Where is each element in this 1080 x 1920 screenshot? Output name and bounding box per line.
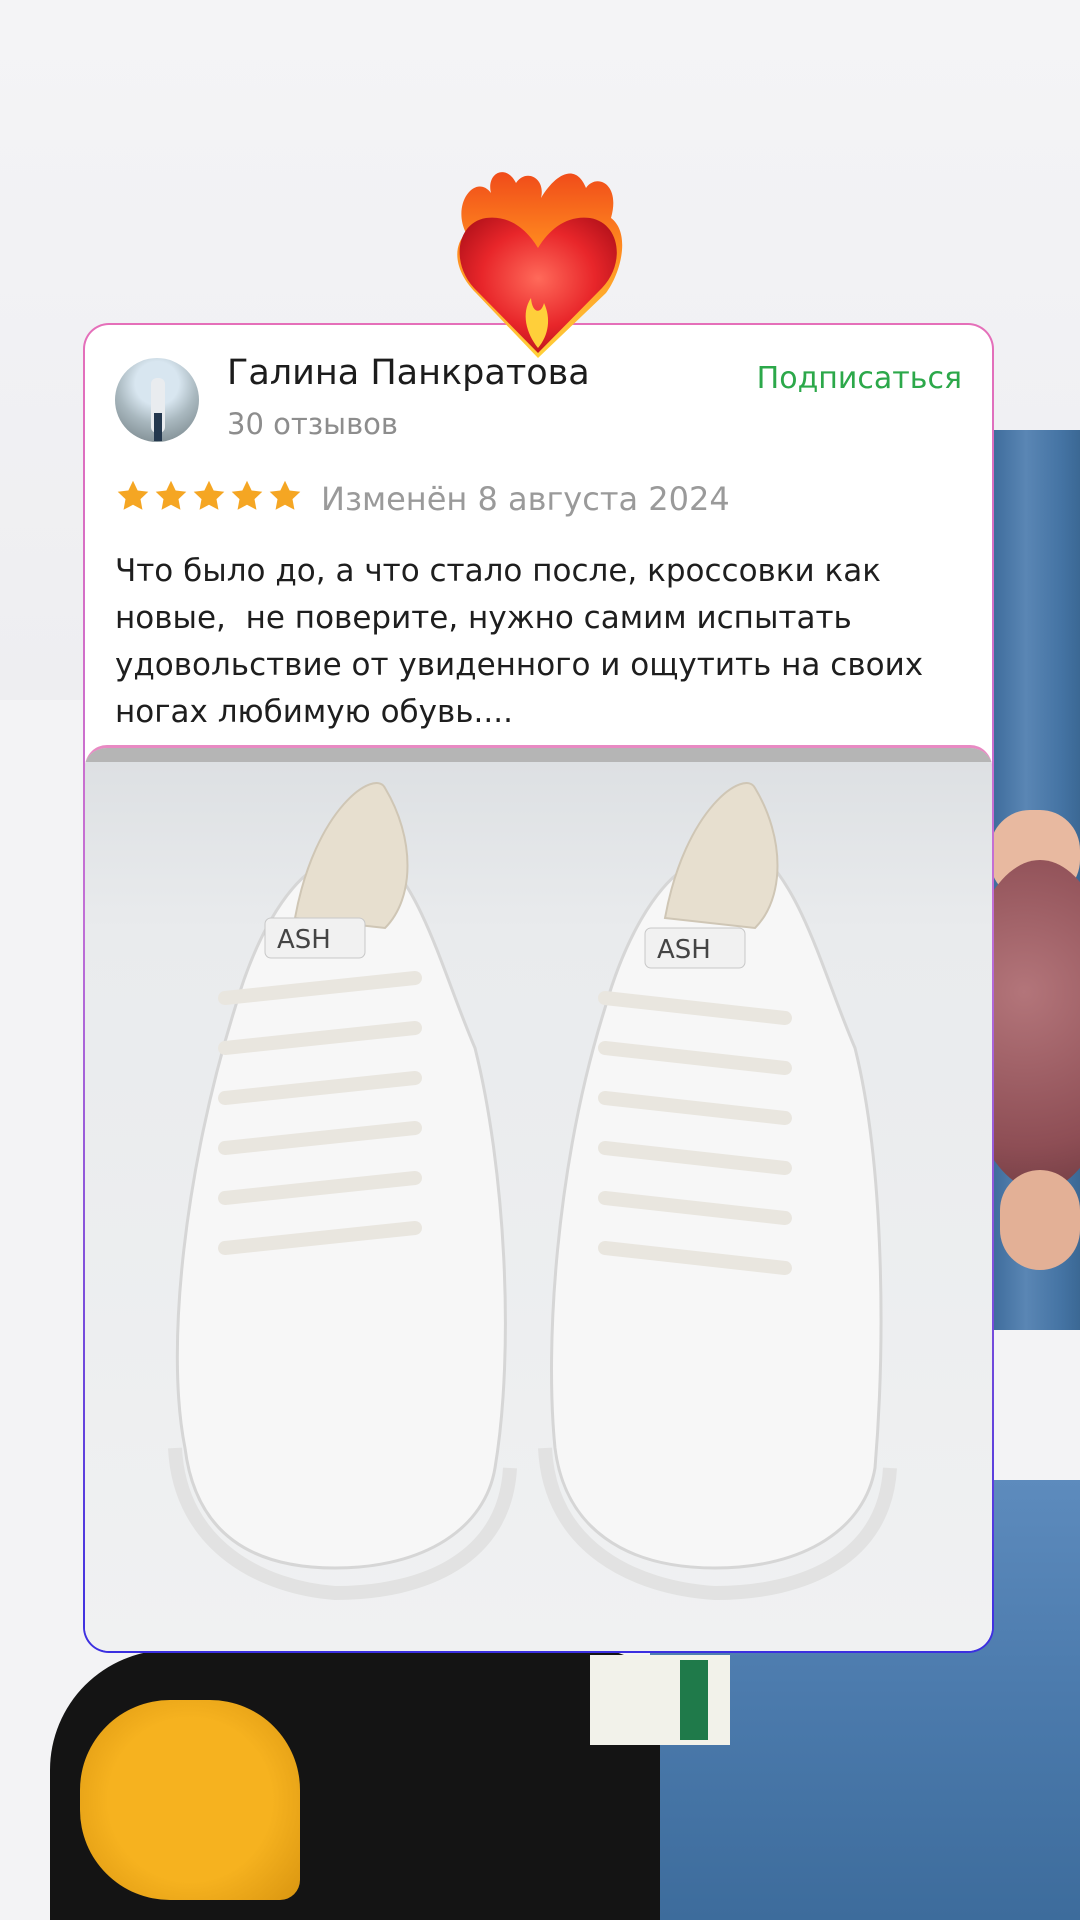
star-icon: [117, 480, 149, 510]
review-card: Галина Панкратова 30 отзывов Подписаться…: [83, 323, 994, 1653]
avatar[interactable]: [115, 358, 199, 442]
brand-logo-right: ASH: [657, 935, 711, 965]
sneakers-image: ASH ASH: [168, 782, 897, 1601]
fire-heart-icon: [457, 172, 623, 358]
sock-stripe: [680, 1660, 708, 1740]
brand-logo-left: ASH: [277, 925, 331, 955]
review-photo[interactable]: ASH ASH: [85, 745, 992, 1651]
left-sneaker: ASH: [168, 782, 517, 1601]
star-icon: [155, 480, 187, 510]
edited-date: Изменён 8 августа 2024: [321, 480, 730, 518]
subscribe-button[interactable]: Подписаться: [757, 361, 962, 396]
star-icon: [269, 480, 301, 510]
yellow-sneaker-panel: [80, 1700, 300, 1900]
rating-stars: [115, 478, 303, 514]
sock: [590, 1655, 730, 1745]
hand-bottom: [1000, 1170, 1080, 1270]
star-icon: [193, 480, 225, 510]
reviews-count: 30 отзывов: [227, 407, 398, 441]
review-text: Что было до, а что стало после, кроссовк…: [115, 553, 924, 730]
star-icon: [231, 480, 263, 510]
right-sneaker: ASH: [538, 782, 897, 1601]
